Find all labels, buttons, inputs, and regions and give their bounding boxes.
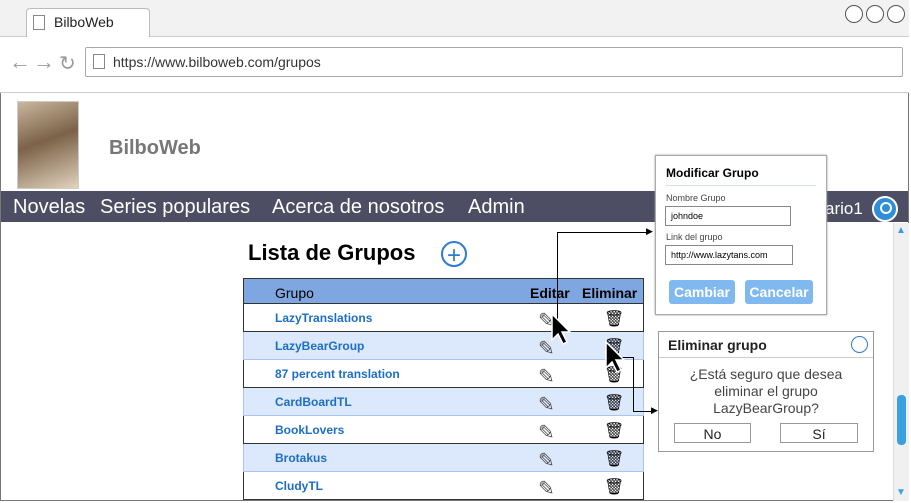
connector-line (633, 411, 653, 412)
table-row: BookLovers ✎ 🗑 (243, 416, 644, 444)
table-row: CludyTL ✎ 🗑 (243, 472, 644, 500)
close-icon[interactable] (851, 336, 868, 353)
menu-series-populares[interactable]: Series populares (100, 196, 250, 219)
scroll-thumb[interactable] (897, 395, 906, 445)
menu-novelas[interactable]: Novelas (13, 196, 85, 219)
page-scrollbar[interactable]: ▲ ▼ (893, 223, 909, 501)
arrow-head-icon: ▶ (646, 226, 653, 236)
trash-icon[interactable]: 🗑 (604, 449, 624, 469)
edit-group-dialog: Modificar Grupo Nombre Grupo johndoe Lin… (655, 155, 827, 315)
column-group: Grupo (275, 285, 314, 301)
maximize-button[interactable] (866, 5, 884, 23)
table-row: 87 percent translation ✎ 🗑 (243, 360, 644, 388)
group-link[interactable]: CludyTL (275, 479, 323, 493)
url-text: https://www.bilboweb.com/grupos (113, 54, 321, 70)
yes-button[interactable]: Sí (780, 423, 858, 443)
connector-line (557, 232, 649, 233)
cursor-icon (605, 340, 626, 374)
user-avatar-icon[interactable] (872, 196, 898, 222)
trash-icon[interactable]: 🗑 (604, 393, 624, 413)
delete-group-dialog: Eliminar grupo ¿Está seguro que desea el… (658, 331, 874, 452)
group-link[interactable]: BookLovers (275, 423, 344, 437)
group-name-field[interactable]: johndoe (665, 206, 791, 226)
group-link[interactable]: LazyTranslations (275, 311, 372, 325)
group-link[interactable]: LazyBearGroup (275, 339, 364, 353)
browser-toolbar: ← → ↻ https://www.bilboweb.com/grupos (0, 37, 909, 93)
dialog-title: Modificar Grupo (666, 166, 759, 180)
table-row: Brotakus ✎ 🗑 (243, 444, 644, 472)
menu-acerca[interactable]: Acerca de nosotros (272, 196, 444, 219)
connector-line (633, 357, 634, 412)
column-edit: Editar (530, 285, 570, 301)
table-row: CardBoardTL ✎ 🗑 (243, 388, 644, 416)
link-label: Link del grupo (666, 232, 723, 242)
group-link[interactable]: CardBoardTL (275, 395, 352, 409)
group-link[interactable]: Brotakus (275, 451, 327, 465)
edit-icon[interactable]: ✎ (538, 392, 555, 417)
edit-icon[interactable]: ✎ (538, 476, 555, 501)
dialog-title: Eliminar grupo (668, 337, 767, 353)
groups-table: Grupo Editar Eliminar LazyTranslations ✎… (243, 278, 644, 500)
scroll-down-icon[interactable]: ▼ (896, 487, 906, 498)
trash-icon[interactable]: 🗑 (604, 421, 624, 441)
column-delete: Eliminar (582, 285, 638, 301)
reload-icon[interactable]: ↻ (59, 51, 76, 76)
save-button[interactable]: Cambiar (669, 280, 735, 304)
page-icon (93, 54, 105, 69)
trash-icon[interactable]: 🗑 (604, 477, 624, 497)
browser-tab[interactable]: BilboWeb (26, 8, 150, 37)
site-logo[interactable] (17, 101, 79, 189)
edit-icon[interactable]: ✎ (538, 364, 555, 389)
edit-icon[interactable]: ✎ (538, 448, 555, 473)
close-button[interactable] (887, 5, 905, 23)
group-link[interactable]: 87 percent translation (275, 367, 400, 381)
menu-admin[interactable]: Admin (468, 196, 525, 219)
table-row: LazyTranslations ✎ 🗑 (243, 304, 644, 332)
table-header: Grupo Editar Eliminar (243, 278, 644, 304)
table-row: LazyBearGroup ✎ 🗑 (243, 332, 644, 360)
cursor-icon (551, 312, 572, 346)
user-name[interactable]: ario1 (825, 199, 863, 219)
forward-icon[interactable]: → (33, 49, 55, 75)
edit-icon[interactable]: ✎ (538, 420, 555, 445)
no-button[interactable]: No (674, 423, 751, 443)
page-title: Lista de Grupos (248, 240, 416, 265)
confirm-message: ¿Está seguro que desea eliminar el grupo… (689, 366, 843, 416)
trash-icon[interactable]: 🗑 (604, 309, 624, 329)
page-icon (33, 15, 45, 30)
minimize-button[interactable] (845, 5, 863, 23)
address-bar[interactable]: https://www.bilboweb.com/grupos (85, 47, 903, 77)
scroll-up-icon[interactable]: ▲ (896, 225, 906, 236)
tab-title: BilboWeb (54, 14, 114, 30)
group-link-field[interactable]: http://www.lazytans.com (665, 245, 793, 265)
cancel-button[interactable]: Cancelar (745, 280, 813, 304)
divider (666, 185, 816, 186)
dialog-header: Eliminar grupo (659, 332, 873, 358)
add-group-icon[interactable]: + (441, 241, 467, 268)
site-brand: BilboWeb (109, 137, 201, 159)
connector-line (557, 232, 558, 322)
back-icon[interactable]: ← (9, 49, 31, 75)
name-label: Nombre Grupo (666, 193, 726, 203)
tab-strip: BilboWeb (0, 0, 909, 37)
arrow-head-icon: ▶ (651, 405, 658, 415)
